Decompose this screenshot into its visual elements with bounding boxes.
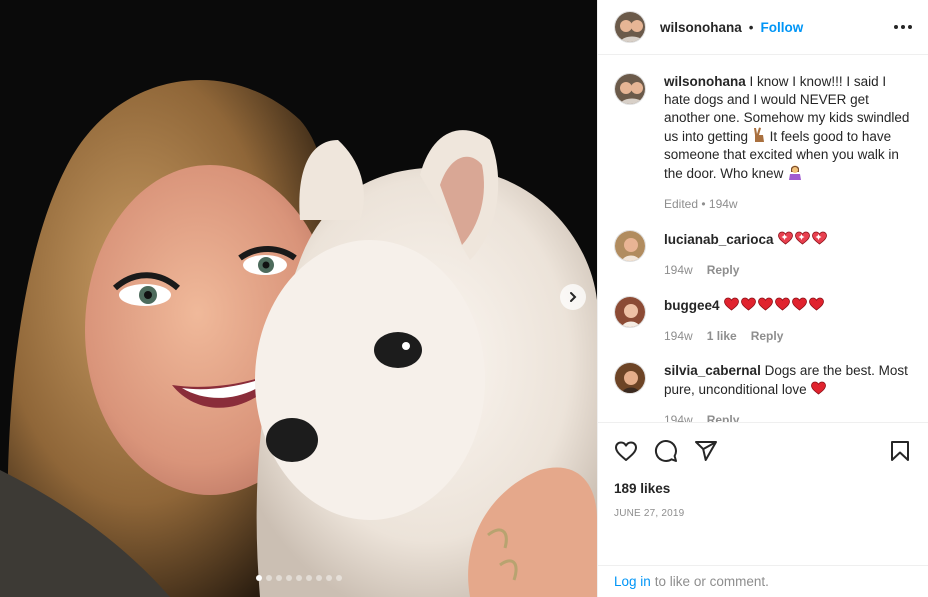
caption-avatar[interactable] [614, 73, 646, 105]
comment-time: 194w [664, 263, 693, 277]
carousel-dot [285, 575, 292, 581]
sparkling-heart-icon [812, 231, 828, 245]
heart-emoji-icon [809, 297, 825, 311]
login-text: to like or comment. [654, 574, 769, 589]
likes-count[interactable]: 189 likes [614, 481, 912, 496]
carousel-next-button[interactable] [560, 284, 586, 310]
heart-emoji-icon [724, 297, 740, 311]
comment-time: 194w [664, 413, 693, 422]
chevron-right-icon [570, 292, 577, 302]
heart-icon[interactable] [614, 439, 638, 463]
login-prompt: Log in to like or comment. [598, 565, 928, 597]
instagram-post: wilsonohana • Follow wilsonohana I know … [0, 0, 928, 597]
comment-icon[interactable] [654, 439, 678, 463]
commenter-avatar[interactable] [614, 230, 646, 262]
sparkling-heart-icon [795, 231, 811, 245]
post-photo [0, 0, 597, 597]
caption-time: Edited • 194w [664, 197, 738, 211]
comment-username[interactable]: silvia_cabernal [664, 363, 761, 378]
comment-hearts [810, 381, 827, 397]
reply-button[interactable]: Reply [707, 261, 740, 279]
author-avatar[interactable] [614, 11, 646, 43]
comment-username[interactable]: lucianab_carioca [664, 232, 774, 247]
reply-button[interactable]: Reply [751, 327, 784, 345]
post-media[interactable] [0, 0, 597, 597]
reply-button[interactable]: Reply [707, 411, 740, 422]
caption-username[interactable]: wilsonohana [664, 74, 746, 89]
post-date: June 27, 2019 [614, 508, 685, 519]
carousel-dot [255, 575, 262, 581]
carousel-dot [315, 575, 322, 581]
carousel-dot [275, 575, 282, 581]
comment-username[interactable]: buggee4 [664, 298, 720, 313]
person-shrugging-icon [789, 165, 802, 180]
comment-item: buggee4 194w 1 like Reply [614, 296, 912, 345]
avatar-image [615, 297, 645, 327]
carousel-dot [295, 575, 302, 581]
commenter-avatar[interactable] [614, 296, 646, 328]
avatar-image [615, 74, 645, 104]
victory-hand-icon [753, 127, 764, 142]
more-options-icon[interactable] [894, 25, 912, 29]
avatar-image [615, 231, 645, 261]
comment-hearts [723, 297, 825, 313]
share-icon[interactable] [694, 439, 718, 463]
carousel-indicator [0, 575, 597, 581]
heart-emoji-icon [758, 297, 774, 311]
post-actions: 189 likes June 27, 2019 [598, 422, 928, 565]
comment-item: lucianab_carioca 194w Reply [614, 230, 912, 279]
comment-likes[interactable]: 1 like [707, 327, 737, 345]
post-header: wilsonohana • Follow [598, 0, 928, 55]
sparkling-heart-icon [778, 231, 794, 245]
heart-emoji-icon [741, 297, 757, 311]
carousel-dot [305, 575, 312, 581]
save-icon[interactable] [888, 439, 912, 463]
comment-item: silvia_cabernal Dogs are the best. Most … [614, 362, 912, 422]
heart-emoji-icon [792, 297, 808, 311]
comments-section: wilsonohana I know I know!!! I said I ha… [598, 55, 928, 422]
comment-hearts [777, 231, 828, 247]
carousel-dot [325, 575, 332, 581]
commenter-avatar[interactable] [614, 362, 646, 394]
avatar-image [615, 363, 645, 393]
author-username[interactable]: wilsonohana [660, 20, 742, 35]
header-separator: • [748, 19, 754, 35]
heart-emoji-icon [775, 297, 791, 311]
avatar-image [615, 12, 645, 42]
follow-button[interactable]: Follow [761, 20, 804, 35]
carousel-dot [335, 575, 342, 581]
comment-time: 194w [664, 329, 693, 343]
post-sidebar: wilsonohana • Follow wilsonohana I know … [597, 0, 928, 597]
heart-emoji-icon [811, 381, 827, 395]
login-link[interactable]: Log in [614, 574, 651, 589]
carousel-dot [265, 575, 272, 581]
caption: wilsonohana I know I know!!! I said I ha… [614, 73, 912, 213]
